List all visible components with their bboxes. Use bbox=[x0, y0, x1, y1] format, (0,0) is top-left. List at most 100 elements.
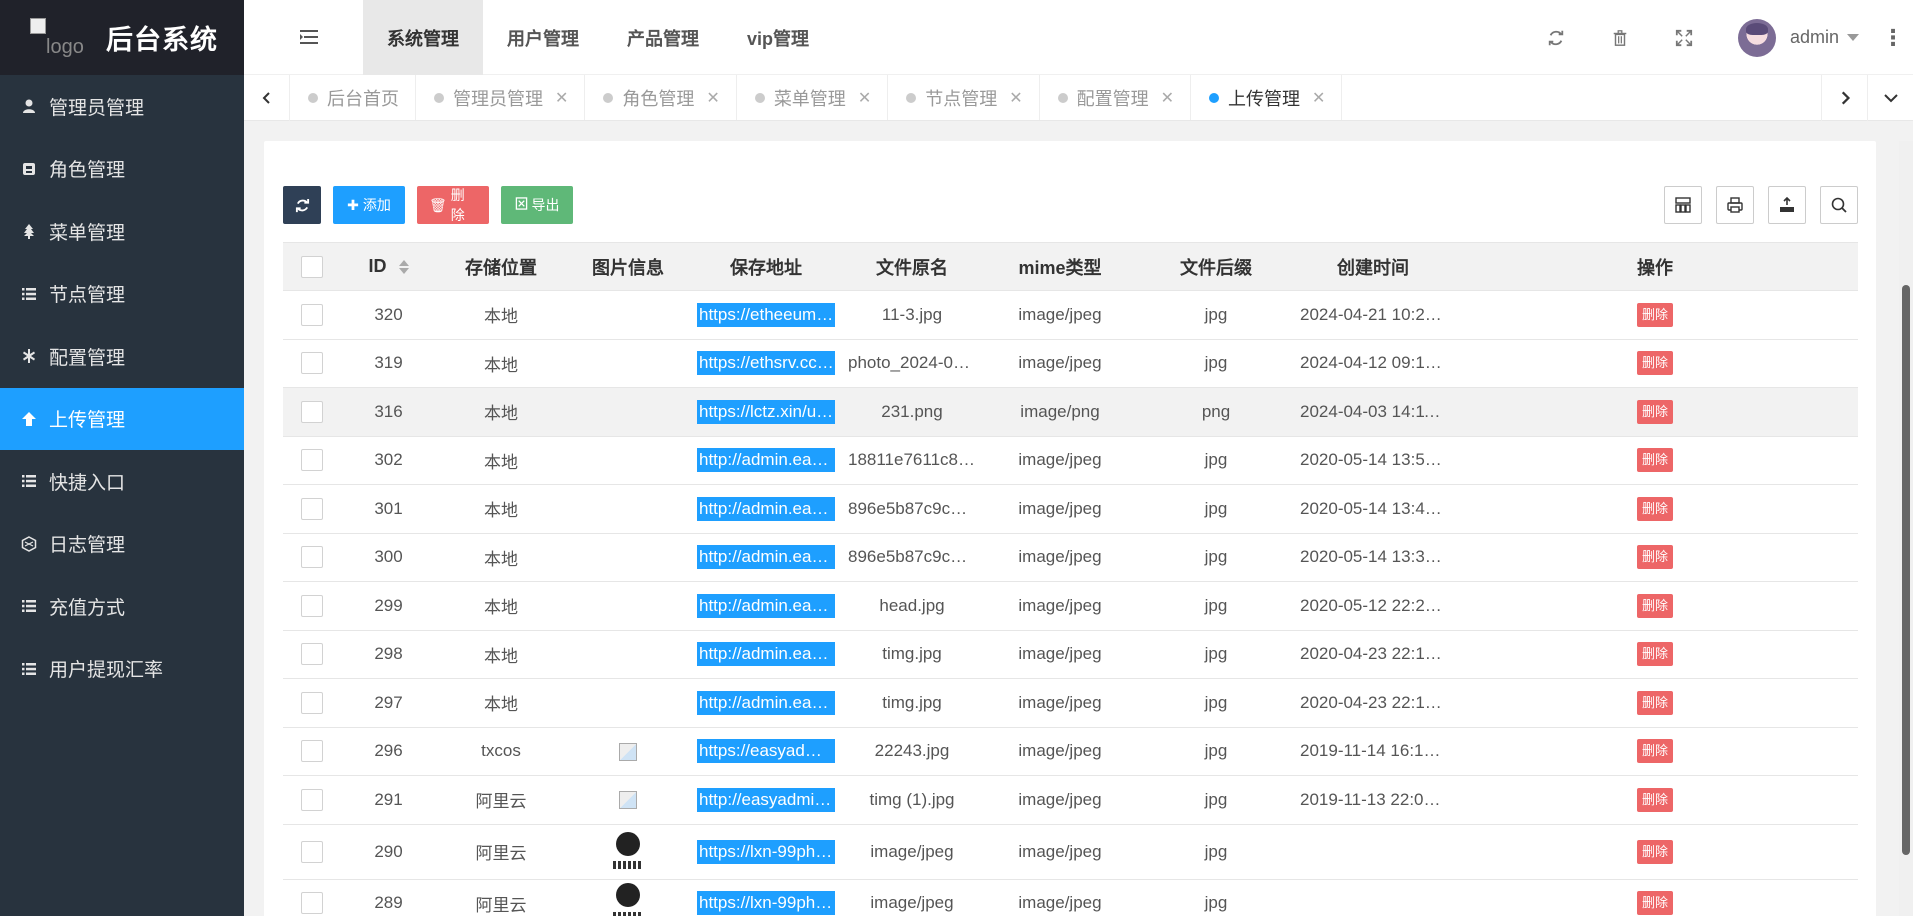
table-row[interactable]: 296txcos https://easyadmin-1251997243.cos… bbox=[283, 727, 1858, 776]
row-delete-button[interactable]: 删除 bbox=[1636, 642, 1673, 667]
scrollbar-thumb[interactable] bbox=[1902, 285, 1910, 855]
row-delete-button[interactable]: 删除 bbox=[1636, 593, 1673, 618]
row-checkbox[interactable] bbox=[301, 400, 323, 423]
close-icon[interactable]: ✕ bbox=[555, 88, 568, 108]
row-checkbox[interactable] bbox=[301, 303, 323, 326]
row-delete-button[interactable]: 删除 bbox=[1636, 739, 1673, 764]
column-header-id[interactable]: ID bbox=[341, 242, 436, 291]
top-tab-0[interactable]: 系统管理 bbox=[363, 0, 483, 75]
more-options-icon[interactable]: ⋮ bbox=[1873, 25, 1913, 51]
sidebar-item-2[interactable]: 菜单管理 bbox=[0, 200, 244, 263]
export-menu-icon[interactable] bbox=[1768, 186, 1806, 224]
row-checkbox[interactable] bbox=[301, 840, 323, 863]
row-checkbox[interactable] bbox=[301, 497, 323, 520]
table-row[interactable]: 299本地 http://admin.easyadmin.vip/upload/h… bbox=[283, 581, 1858, 631]
tabs-scroll-left-icon[interactable] bbox=[244, 75, 290, 121]
sidebar-item-4[interactable]: 配置管理 bbox=[0, 325, 244, 388]
page-tab-6[interactable]: 上传管理 ✕ bbox=[1191, 75, 1343, 120]
row-delete-button[interactable]: 删除 bbox=[1636, 545, 1673, 570]
table-row[interactable]: 290阿里云 https://lxn-99php.oss-cn-shenzhen i… bbox=[283, 824, 1858, 880]
close-icon[interactable]: ✕ bbox=[1009, 88, 1022, 108]
close-icon[interactable]: ✕ bbox=[1312, 88, 1325, 108]
row-delete-button[interactable]: 删除 bbox=[1636, 351, 1673, 376]
table-row[interactable]: 298本地 http://admin.easyadmin.vip/upload/t… bbox=[283, 630, 1858, 679]
url-link[interactable]: http://admin.easyadmin.vip/upload/ bbox=[697, 448, 835, 473]
image-thumbnail[interactable] bbox=[609, 828, 647, 875]
tabs-dropdown-icon[interactable] bbox=[1867, 75, 1913, 121]
refresh-icon[interactable] bbox=[1524, 0, 1588, 75]
url-link[interactable]: https://etheeum.cc/upload/ bbox=[697, 302, 835, 327]
row-checkbox[interactable] bbox=[301, 643, 323, 666]
close-icon[interactable]: ✕ bbox=[1161, 88, 1174, 108]
close-icon[interactable]: ✕ bbox=[858, 88, 871, 108]
page-tab-1[interactable]: 管理员管理 ✕ bbox=[416, 75, 586, 120]
search-icon[interactable] bbox=[1820, 186, 1858, 224]
row-checkbox[interactable] bbox=[301, 740, 323, 763]
row-delete-button[interactable]: 删除 bbox=[1636, 448, 1673, 473]
sidebar-toggle-icon[interactable] bbox=[298, 26, 320, 48]
url-link[interactable]: http://admin.easyadmin.vip/upload/ bbox=[697, 593, 835, 618]
export-button[interactable]: 导出 bbox=[501, 186, 573, 224]
sidebar-item-8[interactable]: 充值方式 bbox=[0, 575, 244, 638]
row-checkbox[interactable] bbox=[301, 594, 323, 617]
broken-image-icon[interactable] bbox=[619, 791, 637, 810]
url-link[interactable]: https://easyadmin-1251997243.cos bbox=[697, 739, 835, 764]
url-link[interactable]: https://ethsrv.cc/upload/ bbox=[697, 351, 835, 376]
refresh-button[interactable] bbox=[283, 186, 321, 224]
row-checkbox[interactable] bbox=[301, 546, 323, 569]
trash-icon[interactable] bbox=[1588, 0, 1652, 75]
url-link[interactable]: http://admin.easyadmin.vip/upload/ bbox=[697, 690, 835, 715]
table-row[interactable]: 320本地 https://etheeum.cc/upload/11-3.jpgi… bbox=[283, 290, 1858, 340]
sidebar-item-6[interactable]: 快捷入口 bbox=[0, 450, 244, 513]
table-row[interactable]: 289阿里云 https://lxn-99php.oss-cn-shenzhen i… bbox=[283, 879, 1858, 916]
page-tab-2[interactable]: 角色管理 ✕ bbox=[585, 75, 737, 120]
sidebar-item-3[interactable]: 节点管理 bbox=[0, 263, 244, 326]
page-tab-0[interactable]: 后台首页 bbox=[290, 75, 416, 120]
url-link[interactable]: https://lctz.xin/upload/ bbox=[697, 399, 835, 424]
sidebar-item-9[interactable]: 用户提现汇率 bbox=[0, 638, 244, 701]
url-link[interactable]: http://admin.easyadmin.vip/upload/ bbox=[697, 642, 835, 667]
page-scrollbar[interactable] bbox=[1899, 141, 1913, 916]
top-tab-1[interactable]: 用户管理 bbox=[483, 0, 603, 75]
row-delete-button[interactable]: 删除 bbox=[1636, 690, 1673, 715]
table-row[interactable]: 316本地 https://lctz.xin/upload/231.pngimag… bbox=[283, 387, 1858, 437]
row-delete-button[interactable]: 删除 bbox=[1636, 891, 1673, 916]
sidebar-item-7[interactable]: 日志管理 bbox=[0, 513, 244, 576]
table-row[interactable]: 302本地 http://admin.easyadmin.vip/upload/1… bbox=[283, 436, 1858, 485]
url-link[interactable]: http://admin.easyadmin.vip/upload/ bbox=[697, 496, 835, 521]
table-row[interactable]: 300本地 http://admin.easyadmin.vip/upload/8… bbox=[283, 533, 1858, 582]
url-link[interactable]: http://easyadmin.oss-cn-shenzhen bbox=[697, 787, 835, 812]
row-delete-button[interactable]: 删除 bbox=[1636, 496, 1673, 521]
columns-filter-icon[interactable] bbox=[1664, 186, 1702, 224]
add-button[interactable]: ✚ 添加 bbox=[333, 186, 405, 224]
url-link[interactable]: http://admin.easyadmin.vip/upload/ bbox=[697, 545, 835, 570]
image-thumbnail[interactable] bbox=[609, 880, 647, 916]
sidebar-item-5[interactable]: 上传管理 bbox=[0, 387, 244, 450]
sort-icon[interactable] bbox=[398, 260, 409, 275]
row-delete-button[interactable]: 删除 bbox=[1636, 302, 1673, 327]
page-tab-5[interactable]: 配置管理 ✕ bbox=[1040, 75, 1192, 120]
table-row[interactable]: 319本地 https://ethsrv.cc/upload/photo_2024… bbox=[283, 339, 1858, 388]
sidebar-item-0[interactable]: 管理员管理 bbox=[0, 75, 244, 138]
row-delete-button[interactable]: 删除 bbox=[1636, 787, 1673, 812]
select-all-checkbox[interactable] bbox=[301, 255, 323, 278]
print-icon[interactable] bbox=[1716, 186, 1754, 224]
url-link[interactable]: https://lxn-99php.oss-cn-shenzhen bbox=[697, 891, 835, 916]
tabs-scroll-right-icon[interactable] bbox=[1821, 75, 1867, 121]
top-tab-2[interactable]: 产品管理 bbox=[603, 0, 723, 75]
table-row[interactable]: 291阿里云 http://easyadmin.oss-cn-shenzhen ti… bbox=[283, 775, 1858, 825]
row-checkbox[interactable] bbox=[301, 352, 323, 375]
row-checkbox[interactable] bbox=[301, 449, 323, 472]
delete-button[interactable]: 🗑 删除 bbox=[417, 186, 489, 224]
broken-image-icon[interactable] bbox=[619, 742, 637, 761]
url-link[interactable]: https://lxn-99php.oss-cn-shenzhen bbox=[697, 839, 835, 864]
sidebar-item-1[interactable]: 角色管理 bbox=[0, 138, 244, 201]
table-row[interactable]: 297本地 http://admin.easyadmin.vip/upload/t… bbox=[283, 678, 1858, 728]
row-checkbox[interactable] bbox=[301, 691, 323, 714]
user-menu[interactable]: admin bbox=[1716, 18, 1873, 57]
table-row[interactable]: 301本地 http://admin.easyadmin.vip/upload/8… bbox=[283, 484, 1858, 534]
fullscreen-icon[interactable] bbox=[1652, 0, 1716, 75]
page-tab-3[interactable]: 菜单管理 ✕ bbox=[737, 75, 889, 120]
row-checkbox[interactable] bbox=[301, 788, 323, 811]
row-delete-button[interactable]: 删除 bbox=[1636, 839, 1673, 864]
